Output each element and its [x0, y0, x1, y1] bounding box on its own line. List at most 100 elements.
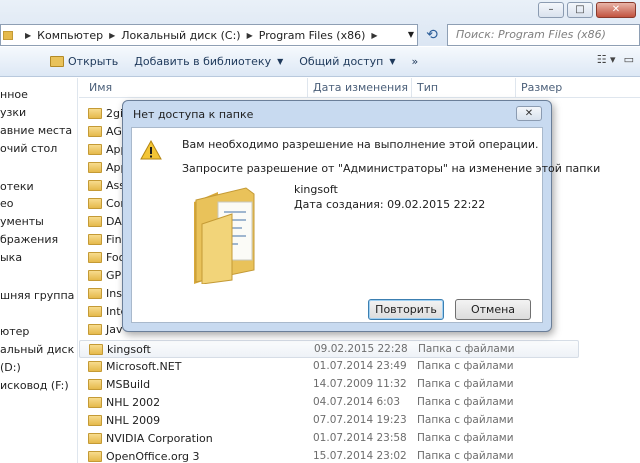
folder-icon [88, 433, 102, 444]
file-name: OpenOffice.org 3 [106, 450, 200, 463]
folder-icon [88, 198, 102, 209]
more-commands-button[interactable]: » [404, 50, 427, 74]
refresh-icon[interactable]: ⟲ [422, 26, 442, 44]
nav-item[interactable]: ео [0, 197, 14, 210]
nav-item[interactable]: авние места [0, 124, 72, 137]
file-name: Microsoft.NET [106, 360, 182, 373]
nav-item[interactable]: ументы [0, 215, 44, 228]
share-button[interactable]: Общий доступ ▼ [291, 50, 403, 74]
nav-item[interactable]: отеки [0, 180, 34, 193]
file-date: 14.07.2009 11:32 [313, 378, 407, 390]
folder-icon [88, 252, 102, 263]
column-divider[interactable] [515, 78, 516, 98]
dialog-folder-name: kingsoft [294, 183, 338, 196]
chevron-right-icon[interactable]: ▶ [371, 31, 377, 40]
address-dropdown-icon[interactable]: ▼ [404, 24, 418, 46]
file-name: NHL 2002 [106, 396, 161, 409]
folder-icon [88, 379, 102, 390]
column-date[interactable]: Дата изменения [313, 81, 408, 94]
nav-item[interactable]: альный диск (С [0, 343, 77, 356]
file-date: 09.02.2015 22:28 [314, 343, 408, 355]
folder-icon [88, 451, 102, 462]
folder-icon [88, 162, 102, 173]
dialog-message: Вам необходимо разрешение на выполнение … [182, 138, 539, 151]
close-button[interactable]: ✕ [596, 2, 636, 18]
file-type: Папка с файлами [417, 396, 514, 408]
access-denied-dialog: Нет доступа к папке ✕ Вам необходимо раз… [122, 100, 600, 332]
file-name: Fin [106, 233, 122, 246]
preview-pane-icon[interactable]: ▭ [624, 53, 634, 66]
retry-button[interactable]: Повторить [368, 299, 444, 320]
folder-open-icon [50, 56, 64, 67]
folder-icon [88, 234, 102, 245]
minimize-button[interactable]: – [538, 2, 564, 18]
address-bar[interactable]: ▶ Компьютер ▶ Локальный диск (C:) ▶ Prog… [0, 24, 418, 46]
view-options-icon[interactable]: ☷ ▾ [597, 53, 616, 66]
folder-icon [88, 216, 102, 227]
nav-item[interactable]: нное [0, 88, 28, 101]
column-divider[interactable] [307, 78, 308, 98]
breadcrumb-computer[interactable]: Компьютер [37, 29, 103, 42]
large-folder-icon [194, 187, 255, 284]
chevron-right-icon[interactable]: ▶ [247, 31, 253, 40]
breadcrumb-local-disk[interactable]: Локальный диск (C:) [121, 29, 240, 42]
add-to-library-button[interactable]: Добавить в библиотеку ▼ [126, 50, 291, 74]
folder-icon [88, 361, 102, 372]
list-item-selected[interactable]: kingsoft 09.02.2015 22:28 Папка с файлами [79, 340, 579, 358]
file-name: DA [106, 215, 122, 228]
folder-icon [88, 108, 102, 119]
open-button[interactable]: Открыть [42, 50, 126, 74]
dialog-close-button[interactable]: ✕ [516, 106, 542, 121]
add-to-library-label: Добавить в библиотеку [134, 55, 272, 68]
column-divider[interactable] [411, 78, 412, 98]
file-name: kingsoft [107, 343, 151, 356]
navigation-pane: нное узки авние места очий стол отеки ео… [0, 78, 78, 463]
breadcrumb-folder-icon [3, 30, 13, 40]
file-type: Папка с файлами [417, 450, 514, 462]
nav-item[interactable]: узки [0, 106, 26, 119]
folder-icon [88, 288, 102, 299]
nav-item[interactable]: исковод (F:) [0, 379, 69, 392]
file-date: 01.07.2014 23:58 [313, 432, 407, 444]
chevron-down-icon: ▼ [277, 57, 284, 66]
nav-item[interactable]: очий стол [0, 142, 57, 155]
file-date: 15.07.2014 23:02 [313, 450, 407, 462]
cancel-button[interactable]: Отмена [455, 299, 531, 320]
share-label: Общий доступ [299, 55, 384, 68]
list-item[interactable]: NVIDIA Corporation 01.07.2014 23:58 Папка … [79, 430, 640, 448]
column-size[interactable]: Размер [521, 81, 562, 94]
file-name: NVIDIA Corporation [106, 432, 213, 445]
column-type[interactable]: Тип [417, 81, 438, 94]
maximize-button[interactable]: □ [567, 2, 593, 18]
dialog-request: Запросите разрешение от "Администраторы"… [182, 162, 601, 175]
list-item[interactable]: NHL 2002 04.07.2014 6:03 Папка с файлами [79, 394, 640, 412]
nav-item[interactable]: ыка [0, 251, 22, 264]
list-item[interactable]: OpenOffice.org 3 15.07.2014 23:02 Папка с … [79, 448, 640, 463]
column-name[interactable]: Имя [89, 81, 112, 94]
list-item[interactable]: Microsoft.NET 01.07.2014 23:49 Папка с фай… [79, 358, 640, 376]
file-date: 01.07.2014 23:49 [313, 360, 407, 372]
address-bar-area: – □ ✕ ▶ Компьютер ▶ Локальный диск (C:) … [0, 0, 640, 46]
folder-icon [88, 397, 102, 408]
nav-item[interactable]: бражения [0, 233, 58, 246]
list-item[interactable]: NHL 2009 07.07.2014 19:23 Папка с файлами [79, 412, 640, 430]
folder-icon [88, 126, 102, 137]
folder-icon [88, 324, 102, 335]
nav-item[interactable]: шняя группа [0, 289, 74, 302]
breadcrumb-program-files[interactable]: Program Files (x86) [259, 29, 366, 42]
dialog-body: Вам необходимо разрешение на выполнение … [131, 127, 600, 323]
list-item[interactable]: MSBuild 14.07.2009 11:32 Папка с файлами [79, 376, 640, 394]
command-bar: Открыть Добавить в библиотеку ▼ Общий до… [0, 47, 640, 77]
folder-icon [88, 144, 102, 155]
file-name: NHL 2009 [106, 414, 161, 427]
folder-icon [88, 180, 102, 191]
file-type: Папка с файлами [417, 378, 514, 390]
search-input[interactable]: Поиск: Program Files (x86) [447, 24, 640, 46]
column-headers: Имя Дата изменения Тип Размер [79, 78, 640, 98]
chevron-right-icon[interactable]: ▶ [109, 31, 115, 40]
nav-item[interactable]: ютер [0, 325, 29, 338]
warning-icon [140, 140, 162, 160]
folder-icon [88, 415, 102, 426]
chevron-right-icon[interactable]: ▶ [25, 31, 31, 40]
nav-item[interactable]: (D:) [0, 361, 21, 374]
